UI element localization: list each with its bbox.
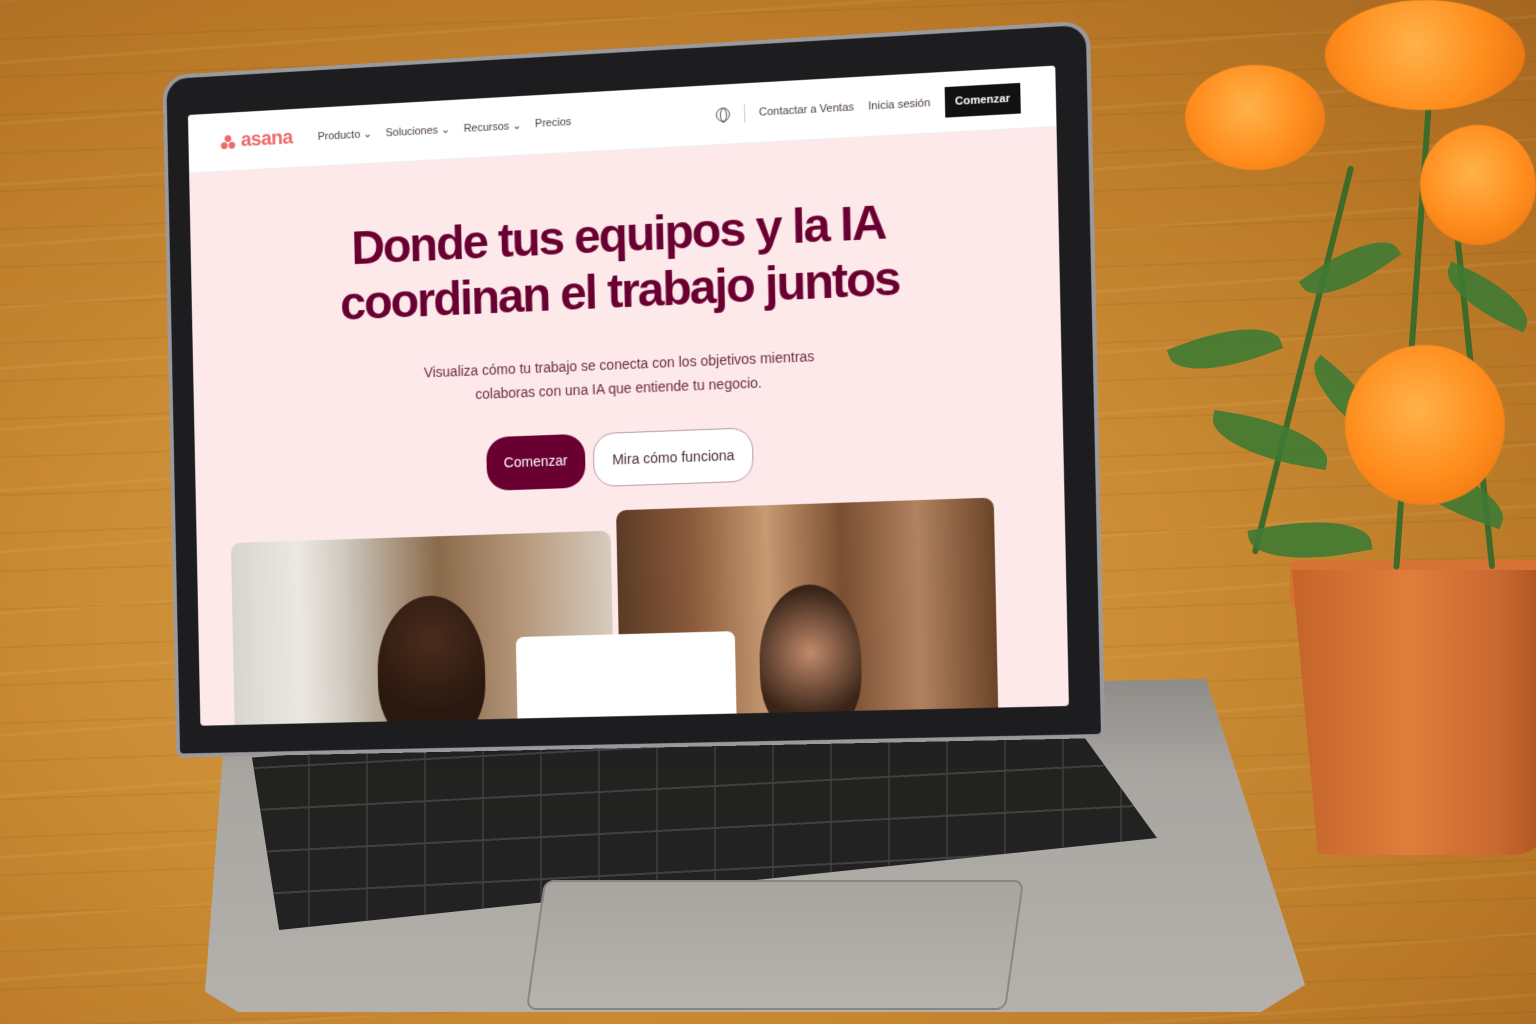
marigold-flower bbox=[1345, 345, 1505, 505]
brand-name: asana bbox=[241, 127, 293, 152]
marigold-flower bbox=[1185, 65, 1325, 170]
person-woman bbox=[376, 594, 486, 725]
ui-card-overlay bbox=[516, 631, 737, 726]
marigold-flower bbox=[1325, 0, 1525, 110]
see-how-it-works-button[interactable]: Mira cómo funciona bbox=[593, 427, 754, 487]
nav-divider bbox=[744, 104, 745, 122]
person-man bbox=[758, 583, 863, 726]
laptop-lid: asana Producto ⌄ Soluciones ⌄ Recursos ⌄… bbox=[162, 21, 1105, 758]
asana-logo[interactable]: asana bbox=[221, 127, 293, 153]
asana-logo-icon bbox=[221, 134, 237, 149]
contact-sales-link[interactable]: Contactar a Ventas bbox=[759, 101, 854, 118]
nav-item-recursos[interactable]: Recursos ⌄ bbox=[464, 119, 522, 135]
nav-item-soluciones[interactable]: Soluciones ⌄ bbox=[386, 123, 451, 139]
marigold-flower bbox=[1420, 125, 1536, 245]
hero-subtitle: Visualiza cómo tu trabajo se conecta con… bbox=[193, 333, 1062, 417]
nav-get-started-button[interactable]: Comenzar bbox=[944, 82, 1020, 117]
nav-item-precios[interactable]: Precios bbox=[535, 116, 572, 131]
site-navbar: asana Producto ⌄ Soluciones ⌄ Recursos ⌄… bbox=[188, 66, 1057, 174]
hero-buttons: Comenzar Mira cómo funciona bbox=[195, 415, 1064, 501]
flower-pot bbox=[1292, 570, 1536, 855]
laptop-trackpad bbox=[526, 880, 1024, 1010]
hero-title: Donde tus equipos y la IA coordinan el t… bbox=[190, 186, 1060, 339]
nav-right: Contactar a Ventas Inicia sesión Comenza… bbox=[715, 82, 1021, 129]
get-started-button[interactable]: Comenzar bbox=[486, 434, 586, 491]
globe-icon[interactable] bbox=[715, 107, 729, 122]
nav-links: Producto ⌄ Soluciones ⌄ Recursos ⌄ Preci… bbox=[318, 116, 572, 143]
laptop-screen: asana Producto ⌄ Soluciones ⌄ Recursos ⌄… bbox=[188, 66, 1069, 726]
login-link[interactable]: Inicia sesión bbox=[868, 97, 930, 113]
nav-item-producto[interactable]: Producto ⌄ bbox=[318, 127, 373, 143]
